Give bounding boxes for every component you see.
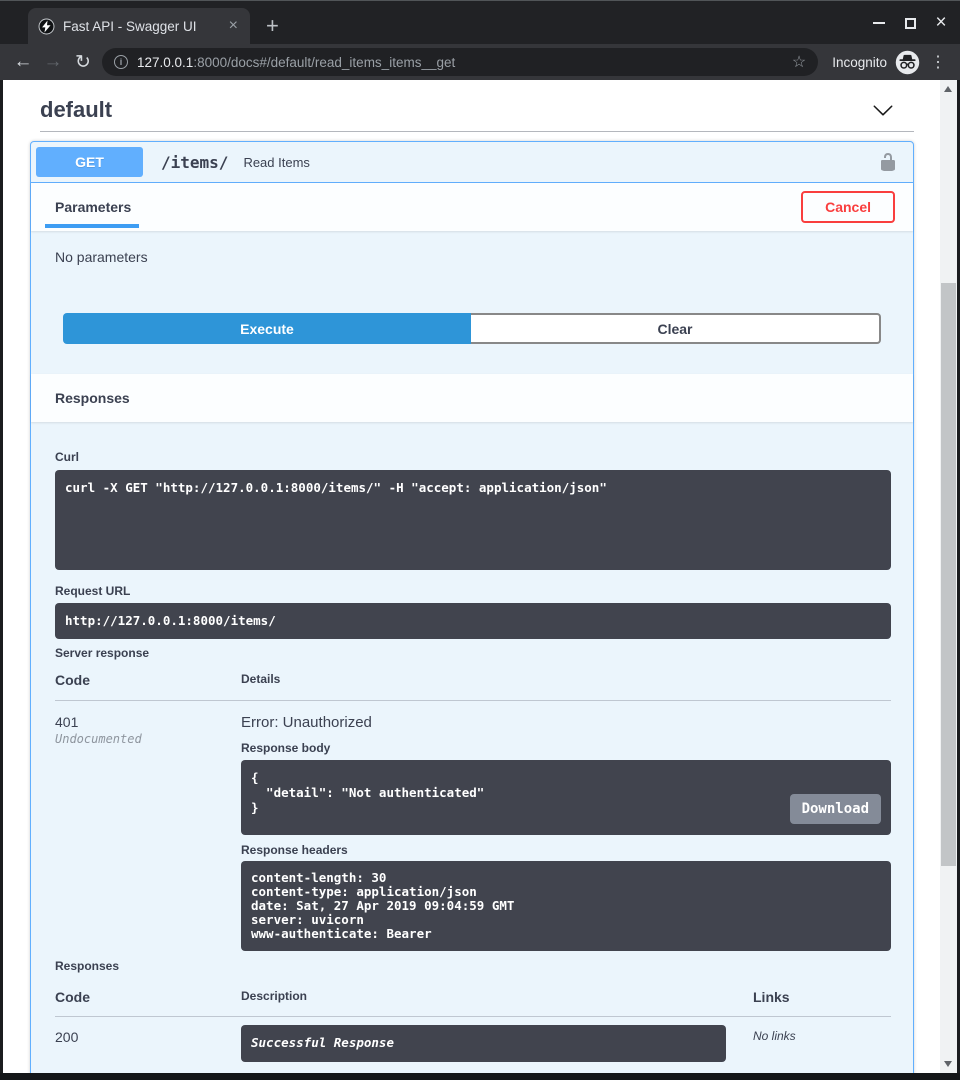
- tab-parameters[interactable]: Parameters: [55, 199, 131, 215]
- address-bar[interactable]: i 127.0.0.1:8000/docs#/default/read_item…: [102, 48, 818, 76]
- status-code-200: 200: [55, 1025, 241, 1045]
- fastapi-favicon-icon: [38, 18, 55, 35]
- browser-tab[interactable]: Fast API - Swagger UI ×: [28, 8, 250, 44]
- column-code: Code: [55, 672, 241, 688]
- documented-responses-table-header: Code Description Links: [55, 989, 891, 1017]
- undocumented-note: Undocumented: [55, 732, 241, 746]
- url-path: :8000/docs#/default/read_items_items__ge…: [193, 55, 455, 70]
- response-body-label: Response body: [241, 741, 891, 755]
- minimize-icon: [873, 22, 885, 24]
- authorize-lock-button[interactable]: [876, 150, 900, 174]
- window-maximize-button[interactable]: [903, 14, 917, 32]
- page-scrollbar[interactable]: [940, 80, 957, 1073]
- tab-close-icon[interactable]: ×: [225, 18, 242, 34]
- column-links: Links: [753, 989, 891, 1005]
- table-row: 200 Successful Response No links: [55, 1017, 891, 1062]
- tag-header[interactable]: default: [40, 97, 904, 123]
- site-info-icon[interactable]: i: [114, 55, 128, 69]
- server-response-row: 401 Undocumented Error: Unauthorized Res…: [55, 701, 891, 951]
- request-url-value: http://127.0.0.1:8000/items/: [55, 603, 891, 639]
- response-body-block: { "detail": "Not authenticated" } Downloa…: [241, 760, 891, 835]
- response-body-json: { "detail": "Not authenticated" }: [251, 770, 484, 815]
- operation-block-get-items: GET /items/ Read Items Parameters Cancel…: [30, 141, 914, 1073]
- column-description: Description: [241, 989, 753, 1005]
- new-tab-button[interactable]: +: [266, 15, 279, 37]
- links-cell: No links: [753, 1025, 891, 1043]
- execute-button[interactable]: Execute: [63, 313, 471, 344]
- browser-titlebar: Fast API - Swagger UI × + ×: [0, 0, 960, 44]
- response-headers-label: Response headers: [241, 843, 891, 857]
- window-edge-left: [0, 80, 3, 1080]
- response-description-block: Successful Response: [241, 1025, 726, 1062]
- response-headers-block: content-length: 30 content-type: applica…: [241, 861, 891, 951]
- download-button[interactable]: Download: [790, 794, 881, 824]
- clear-button[interactable]: Clear: [471, 313, 881, 344]
- parameters-section-header: Parameters Cancel: [31, 183, 913, 231]
- server-response-label: Server response: [55, 646, 891, 660]
- tag-divider: [40, 131, 914, 132]
- method-badge[interactable]: GET: [36, 147, 143, 177]
- no-parameters-text: No parameters: [55, 249, 913, 265]
- scroll-down-icon[interactable]: [944, 1061, 952, 1067]
- bookmark-star-icon[interactable]: ☆: [792, 52, 806, 72]
- tab-title: Fast API - Swagger UI: [63, 19, 217, 34]
- operation-path: /items/: [161, 153, 228, 172]
- incognito-label: Incognito: [832, 55, 887, 70]
- column-code: Code: [55, 989, 241, 1005]
- scrollbar-thumb[interactable]: [941, 283, 956, 866]
- cancel-button[interactable]: Cancel: [801, 191, 895, 223]
- url-text: 127.0.0.1:8000/docs#/default/read_items_…: [137, 55, 783, 70]
- execute-clear-group: Execute Clear: [63, 313, 881, 344]
- incognito-icon: [895, 50, 920, 75]
- documented-responses-label: Responses: [55, 959, 891, 973]
- request-url-label: Request URL: [55, 584, 891, 598]
- window-edge-bottom: [0, 1073, 960, 1080]
- window-close-button[interactable]: ×: [934, 14, 948, 32]
- curl-label: Curl: [55, 450, 891, 464]
- url-host: 127.0.0.1: [137, 55, 193, 70]
- maximize-icon: [905, 18, 916, 29]
- tag-title: default: [40, 97, 112, 123]
- chevron-down-icon[interactable]: [872, 99, 894, 121]
- operation-summary[interactable]: GET /items/ Read Items: [31, 142, 913, 183]
- forward-icon[interactable]: →: [38, 47, 68, 77]
- responses-body: Curl curl -X GET "http://127.0.0.1:8000/…: [31, 422, 913, 1062]
- scroll-up-icon[interactable]: [944, 86, 952, 92]
- column-details: Details: [241, 672, 891, 688]
- browser-toolbar: ← → ↻ i 127.0.0.1:8000/docs#/default/rea…: [0, 44, 960, 80]
- reload-icon[interactable]: ↻: [68, 47, 98, 77]
- operation-summary-text: Read Items: [243, 155, 876, 170]
- status-code-401: 401: [55, 714, 241, 730]
- responses-section-header: Responses: [31, 374, 913, 422]
- back-icon[interactable]: ←: [8, 47, 38, 77]
- server-response-table-header: Code Details: [55, 672, 891, 701]
- window-minimize-button[interactable]: [872, 14, 886, 32]
- response-error-text: Error: Unauthorized: [241, 714, 891, 731]
- curl-command-block[interactable]: curl -X GET "http://127.0.0.1:8000/items…: [55, 470, 891, 570]
- window-controls: ×: [872, 14, 948, 32]
- browser-menu-icon[interactable]: ⋮: [930, 52, 946, 72]
- page-viewport: default GET /items/ Read Items Pa: [3, 80, 957, 1073]
- responses-section-title: Responses: [55, 390, 130, 406]
